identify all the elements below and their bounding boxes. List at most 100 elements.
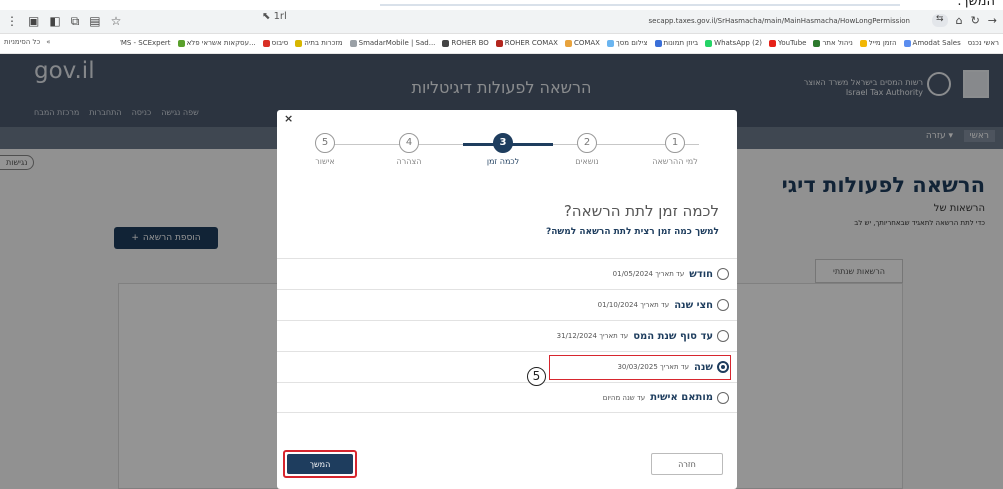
bookmark-label: ראשי נכנס — [967, 39, 999, 47]
step-declaration: 4 הצהרה — [369, 133, 449, 166]
bookmarks-list: ראשי נכנס Amodat Sales הזמן מייל ניהול א… — [120, 39, 999, 47]
bookmarks-overflow-icon[interactable]: « — [46, 38, 50, 46]
radio-button[interactable] — [717, 391, 729, 404]
option-date: עד תאריך 01/05/2024 — [612, 270, 685, 278]
radio-button-selected[interactable] — [717, 361, 729, 373]
bookmark-item[interactable]: COMAX — [564, 39, 600, 47]
bookmark-favicon-icon — [295, 39, 303, 47]
duration-options: חודש עד תאריך 01/05/2024 חצי שנה עד תארי… — [277, 258, 737, 413]
option-date: עד תאריך 01/10/2024 — [597, 301, 670, 309]
extensions-icon[interactable]: ▣ — [28, 14, 39, 29]
bookmark-label: Amodat Sales — [912, 39, 961, 47]
bookmark-favicon-icon — [903, 39, 911, 47]
step-approval: 5 אישור — [285, 133, 365, 166]
bookmark-item[interactable]: WhatsApp (2) — [705, 39, 762, 47]
bookmark-item[interactable]: הזמן מייל — [859, 39, 897, 47]
bookmark-favicon-icon — [442, 39, 450, 47]
bookmark-item[interactable]: מזכרות בתיה — [295, 39, 343, 47]
puzzle-icon[interactable]: ⧉ — [71, 14, 80, 29]
caption-strip: המשך. — [0, 0, 1003, 10]
bookmark-label: YouTube — [778, 39, 807, 47]
forward-icon[interactable]: → — [988, 14, 997, 27]
bookmark-item[interactable]: ראשי נכנס — [968, 39, 999, 47]
option-date: עד שנה מהיום — [602, 393, 646, 402]
reload-icon[interactable]: ↻ — [971, 14, 980, 27]
all-bookmarks-link[interactable]: כל הסימניות — [4, 38, 40, 46]
bookmark-item[interactable]: WMS - SCExpert — [120, 39, 171, 47]
step-duration: 3 לכמה זמן — [463, 133, 543, 166]
option-half-year[interactable]: חצי שנה עד תאריך 01/10/2024 — [277, 289, 737, 320]
profile-icon[interactable]: ▤ — [89, 14, 100, 29]
bookmark-item[interactable]: סיבוס — [262, 39, 288, 47]
bookmark-label: COMAX — [573, 39, 600, 47]
tune-icon[interactable]: ⇆ — [932, 14, 948, 27]
step-number: 1 — [665, 133, 685, 153]
option-label: חודש — [689, 268, 713, 280]
youtube-icon — [769, 39, 777, 47]
option-date: עד תאריך 30/03/2025 — [617, 363, 690, 371]
step-label: לכמה זמן — [486, 157, 520, 166]
radio-button[interactable] — [717, 330, 729, 342]
toolbar-right-icons: ⇆ ⌂ ↻ → — [932, 14, 997, 27]
bookmark-favicon-icon — [606, 39, 614, 47]
option-date: עד תאריך 31/12/2024 — [556, 332, 629, 340]
continue-button[interactable]: המשך — [283, 450, 357, 478]
question-title: לכמה זמן לתת הרשאה? — [563, 202, 719, 220]
bookmark-favicon-icon — [177, 39, 185, 47]
bookmark-item[interactable]: ROHER BO — [442, 39, 489, 47]
menu-icon[interactable]: ⋮ — [6, 14, 18, 29]
option-end-of-tax-year[interactable]: עד סוף שנת המס עד תאריך 31/12/2024 — [277, 320, 737, 351]
bookmark-label: ניהול אתר — [822, 39, 853, 47]
duration-dialog: × 5 אישור 4 הצהרה 3 לכמה זמן 2 נושאים 1 … — [277, 110, 737, 489]
option-label: עד סוף שנת המס — [633, 330, 713, 342]
bookmarks-bar: כל הסימניות « ראשי נכנס Amodat Sales הזמ… — [0, 34, 1003, 54]
address-bar[interactable]: secapp.taxes.gov.il/SrHasmacha/main/Main… — [450, 17, 910, 25]
bookmark-label: WhatsApp (2) — [714, 39, 763, 47]
step-number: 3 — [493, 133, 513, 153]
option-month[interactable]: חודש עד תאריך 01/05/2024 — [277, 258, 737, 289]
bookmark-item[interactable]: Amodat Sales — [903, 39, 961, 47]
bookmark-item[interactable]: YouTube — [769, 39, 806, 47]
continue-button-label: המשך — [287, 454, 353, 474]
home-icon[interactable]: ⌂ — [956, 14, 963, 27]
step-number: 4 — [399, 133, 419, 153]
option-label: חצי שנה — [674, 299, 713, 311]
bookmark-label: ROHER BO — [451, 39, 489, 47]
question-subtitle: למשך כמה זמן רצית לתת הרשאה למשה? — [546, 227, 719, 237]
bookmark-item[interactable]: ביוזן תמונות — [654, 39, 699, 47]
bookmark-favicon-icon — [859, 39, 867, 47]
bookmark-label: הזמן מייל — [868, 39, 897, 47]
step-number: 2 — [577, 133, 597, 153]
step-recipient: 1 למי ההרשאה — [635, 133, 715, 166]
bookmark-favicon-icon — [813, 39, 821, 47]
sidebar-icon[interactable]: ◧ — [49, 14, 60, 29]
option-year[interactable]: שנה עד תאריך 30/03/2025 — [277, 351, 737, 382]
bookmark-item[interactable]: SmadarMobile | Sad... — [349, 39, 435, 47]
radio-button[interactable] — [717, 299, 729, 311]
step-label: הצהרה — [396, 157, 422, 166]
bookmark-favicon-icon — [654, 39, 662, 47]
bookmark-label: ROHER COMAX — [504, 39, 558, 47]
radio-button[interactable] — [717, 268, 729, 280]
option-custom[interactable]: מותאם אישית עד שנה מהיום — [277, 382, 737, 413]
back-button[interactable]: חזרה — [651, 453, 723, 475]
step-topics: 2 נושאים — [547, 133, 627, 166]
step-label: אישור — [315, 157, 335, 166]
step-marker-badge: 5 — [527, 367, 546, 386]
bookmark-item[interactable]: צילום מסך — [606, 39, 648, 47]
bookmark-item[interactable]: ניהול אתר — [813, 39, 853, 47]
bookmark-star-icon[interactable]: ☆ — [111, 14, 122, 29]
step-label: נושאים — [575, 157, 599, 166]
option-label: מותאם אישית — [650, 392, 713, 403]
caption-text: המשך. — [957, 0, 995, 9]
bookmark-label: עסקאות אשראי פלא... — [186, 39, 256, 47]
bookmark-item[interactable]: ROHER COMAX — [495, 39, 558, 47]
step-label: למי ההרשאה — [652, 157, 698, 166]
bookmark-favicon-icon — [349, 39, 357, 47]
toolbar-left-icons: ⋮ ▣ ◧ ⧉ ▤ ☆ — [6, 14, 121, 29]
bookmark-item[interactable]: עסקאות אשראי פלא... — [177, 39, 256, 47]
bookmark-label: ביוזן תמונות — [663, 39, 699, 47]
browser-toolbar: ⋮ ▣ ◧ ⧉ ▤ ☆ ⬉ 1rl secapp.taxes.gov.il/Sr… — [0, 10, 1003, 34]
bookmark-favicon-icon — [495, 39, 503, 47]
bookmark-label: צילום מסך — [615, 39, 648, 47]
